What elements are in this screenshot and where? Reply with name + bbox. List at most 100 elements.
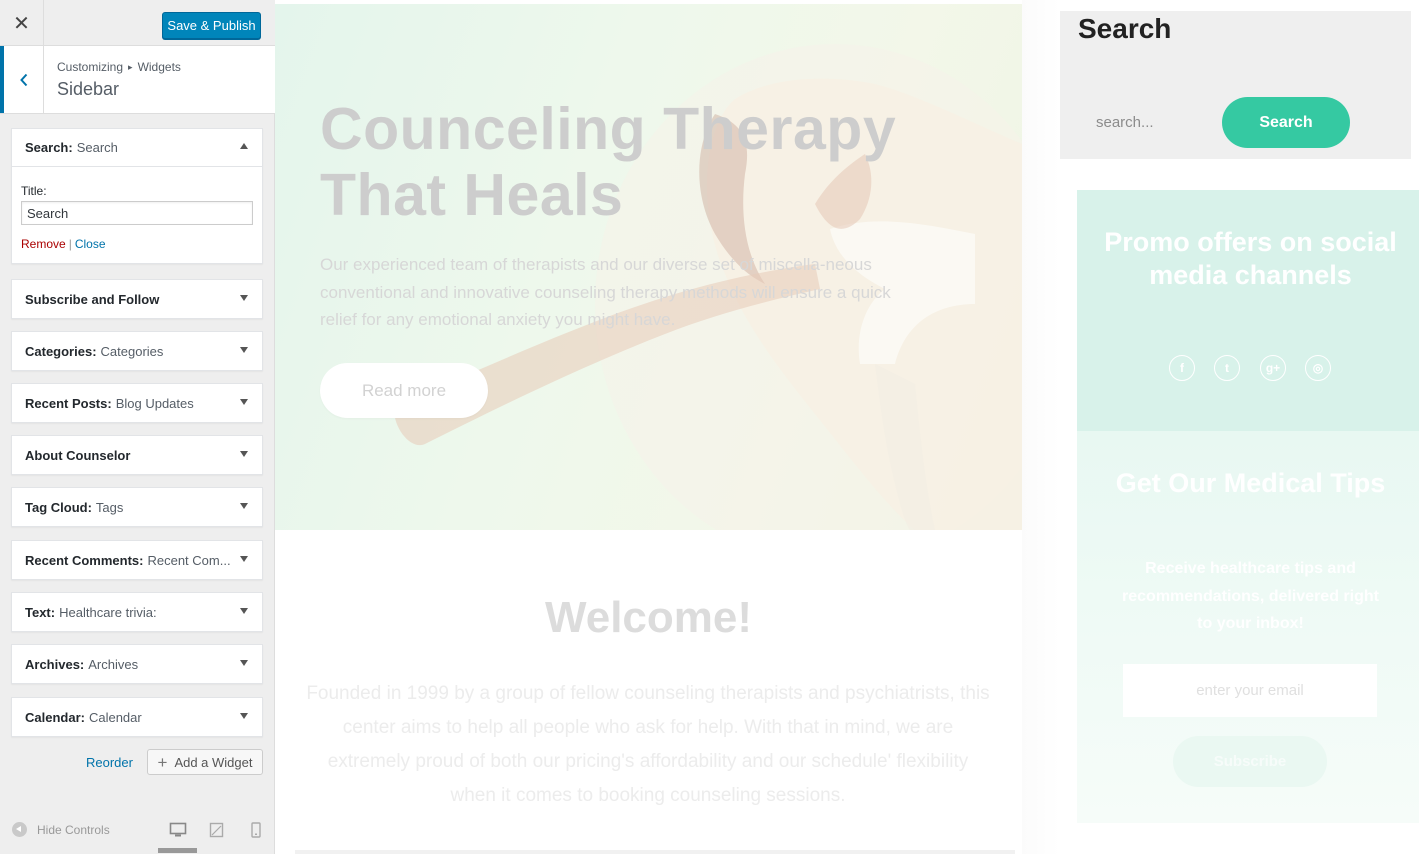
- email-field[interactable]: [1123, 664, 1377, 717]
- expand-arrow-icon[interactable]: [240, 399, 248, 405]
- search-input[interactable]: [1080, 97, 1218, 147]
- widget-recent-posts[interactable]: Recent Posts: Blog Updates: [11, 383, 263, 423]
- customizer-footer: Hide Controls: [0, 812, 275, 854]
- customizer-panel: ✕ Save & Publish Customizing ▸ Widgets Sid…: [0, 0, 275, 854]
- google-plus-icon[interactable]: g+: [1260, 355, 1286, 381]
- widget-header[interactable]: Archives: Archives: [12, 645, 262, 683]
- widget-header[interactable]: About Counselor: [12, 436, 262, 474]
- widget-title: Archives: [88, 656, 139, 672]
- hero-description: Our experienced team of therapists and o…: [320, 255, 891, 329]
- subscribe-button[interactable]: Subscribe: [1173, 736, 1327, 787]
- widget-name: Search:: [25, 140, 73, 155]
- widget-header[interactable]: Subscribe and Follow: [12, 280, 262, 318]
- widget-header[interactable]: Text: Healthcare trivia:: [12, 593, 262, 631]
- search-widget: Search Search: [1060, 11, 1411, 159]
- expand-arrow-icon[interactable]: [240, 660, 248, 666]
- mobile-preview-icon[interactable]: [247, 822, 265, 838]
- widget-recent-comments[interactable]: Recent Comments: Recent Com...: [11, 540, 263, 580]
- widget-about-counselor[interactable]: About Counselor: [11, 435, 263, 475]
- widget-header[interactable]: Tag Cloud: Tags: [12, 488, 262, 526]
- widget-name: Calendar:: [25, 709, 85, 725]
- search-widget-title: Search: [1078, 13, 1172, 44]
- save-publish-button[interactable]: Save & Publish: [162, 12, 261, 39]
- close-widget-link[interactable]: Close: [75, 237, 106, 251]
- close-customizer-button[interactable]: ✕: [0, 0, 44, 46]
- column-gap: [1022, 0, 1060, 854]
- welcome-title: Welcome!: [544, 593, 753, 642]
- add-widget-button[interactable]: + Add a Widget: [147, 749, 263, 775]
- newsletter-widget: Get Our Medical Tips Receive healthcare …: [1077, 431, 1419, 823]
- tablet-preview-icon[interactable]: [208, 822, 226, 838]
- hide-controls-label: Hide Controls: [37, 822, 110, 837]
- facebook-icon[interactable]: f: [1169, 355, 1195, 381]
- promo-title: Promo offers on social media channels: [1104, 227, 1397, 290]
- expand-arrow-icon[interactable]: [240, 503, 248, 509]
- widget-search-form: Title: Remove|Close: [12, 167, 262, 263]
- customizer-app: ✕ Save & Publish Customizing ▸ Widgets Sid…: [0, 0, 1419, 854]
- widget-header[interactable]: Recent Comments: Recent Com...: [12, 541, 262, 579]
- widget-header[interactable]: Calendar: Calendar: [12, 698, 262, 736]
- widget-text[interactable]: Text: Healthcare trivia:: [11, 592, 263, 632]
- widget-actions: Remove | Close: [21, 237, 253, 251]
- widget-name: Archives:: [25, 656, 85, 672]
- title-field[interactable]: [21, 201, 253, 225]
- title-field-label: Title:: [21, 184, 47, 198]
- widget-header[interactable]: Categories: Categories: [12, 332, 262, 370]
- widget-search-header[interactable]: Search: Search: [12, 129, 262, 167]
- widget-name: Subscribe and Follow: [25, 291, 160, 307]
- collapse-arrow-icon[interactable]: [240, 143, 248, 149]
- search-button[interactable]: Search: [1222, 97, 1350, 148]
- breadcrumb-root: Customizing: [57, 60, 124, 74]
- remove-widget-link[interactable]: Remove: [21, 237, 66, 251]
- expand-arrow-icon[interactable]: [240, 713, 248, 719]
- widget-name: Text:: [25, 604, 56, 620]
- widget-title: Categories: [100, 343, 164, 359]
- breadcrumb: Customizing ▸ Widgets: [57, 60, 181, 74]
- plus-icon: +: [157, 752, 168, 772]
- widget-header[interactable]: Recent Posts: Blog Updates: [12, 384, 262, 422]
- reorder-link[interactable]: Reorder: [86, 755, 133, 770]
- add-widget-label: Add a Widget: [174, 754, 253, 770]
- widget-name: Categories:: [25, 343, 97, 359]
- expand-arrow-icon[interactable]: [240, 347, 248, 353]
- customizer-header: ✕ Save & Publish: [0, 0, 275, 46]
- expand-arrow-icon[interactable]: [240, 556, 248, 562]
- divider: [295, 850, 1015, 854]
- widget-categories[interactable]: Categories: Categories: [11, 331, 263, 371]
- back-button[interactable]: [0, 46, 44, 113]
- twitter-icon[interactable]: t: [1214, 355, 1240, 381]
- widget-search: Search: Search Title: Remove|Close: [11, 128, 263, 264]
- active-device-indicator: [158, 848, 197, 853]
- newsletter-title: Get Our Medical Tips: [1115, 468, 1386, 498]
- section-title: Sidebar: [57, 79, 120, 99]
- read-more-button[interactable]: Read more: [320, 363, 488, 418]
- hide-controls-button[interactable]: Hide Controls: [12, 822, 110, 837]
- breadcrumb-separator-icon: ▸: [128, 62, 133, 72]
- welcome-text: Founded in 1999 by a group of fellow cou…: [306, 683, 990, 806]
- expand-arrow-icon[interactable]: [240, 451, 248, 457]
- hero-title: Counceling Therapy That Heals: [320, 96, 897, 228]
- close-icon: ✕: [13, 11, 30, 35]
- widget-title: Search: [76, 140, 118, 155]
- expand-arrow-icon[interactable]: [240, 295, 248, 301]
- widget-title: Blog Updates: [115, 395, 194, 411]
- breadcrumb-current: Widgets: [137, 60, 181, 74]
- widget-archives[interactable]: Archives: Archives: [11, 644, 263, 684]
- promo-widget: Promo offers on social media channels f …: [1077, 190, 1419, 431]
- widget-calendar[interactable]: Calendar: Calendar: [11, 697, 263, 737]
- site-preview: Counceling Therapy That Heals Our experi…: [275, 0, 1419, 854]
- widget-tag-cloud[interactable]: Tag Cloud: Tags: [11, 487, 263, 527]
- widget-title: Recent Com...: [147, 552, 231, 568]
- instagram-icon[interactable]: ◎: [1305, 355, 1331, 381]
- widget-name: Tag Cloud:: [25, 499, 92, 515]
- widget-subscribe-follow[interactable]: Subscribe and Follow: [11, 279, 263, 319]
- hero-banner: Counceling Therapy That Heals Our experi…: [275, 4, 1022, 530]
- actions-separator: |: [68, 237, 72, 251]
- desktop-preview-icon[interactable]: [169, 822, 187, 838]
- widget-title: Healthcare trivia:: [59, 604, 157, 620]
- widget-title: Calendar: [88, 709, 142, 725]
- widget-name: Recent Comments:: [25, 552, 144, 568]
- widget-title: Tags: [95, 499, 124, 515]
- expand-arrow-icon[interactable]: [240, 608, 248, 614]
- section-header: Customizing ▸ Widgets Sidebar: [0, 46, 275, 114]
